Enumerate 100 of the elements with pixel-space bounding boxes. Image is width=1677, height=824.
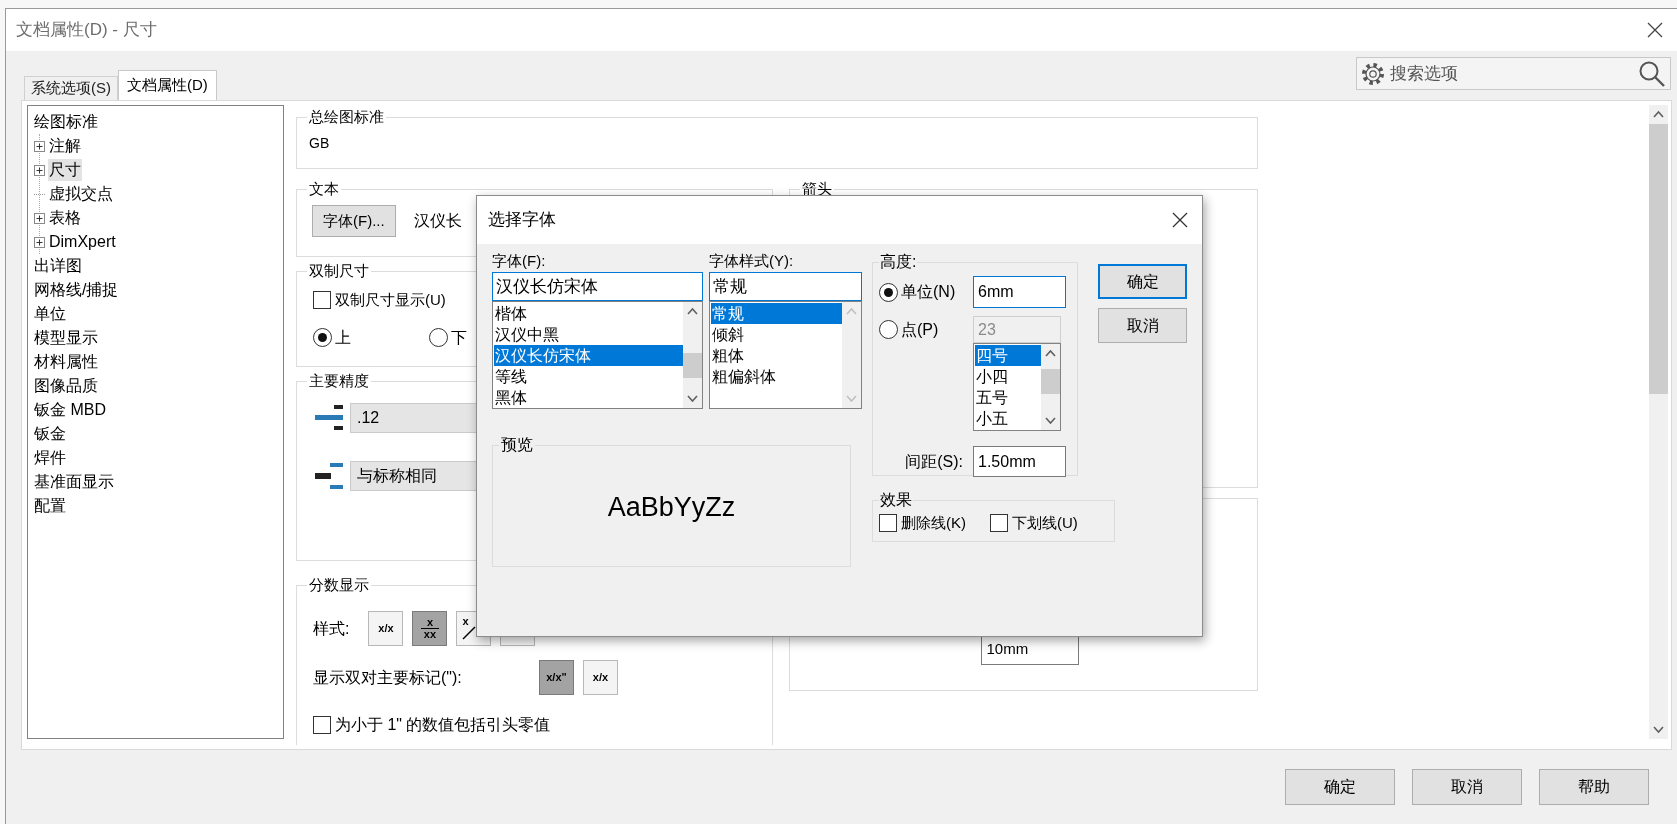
expand-icon[interactable] — [34, 236, 45, 248]
scrollbar[interactable] — [683, 302, 702, 408]
group-title: 分数显示 — [309, 576, 369, 593]
dialog-button[interactable]: 取消 — [1412, 769, 1522, 805]
search-field[interactable]: 搜索选项 — [1356, 57, 1671, 90]
list-item[interactable]: 五号 — [975, 387, 1041, 408]
list-item[interactable]: 粗偏斜体 — [711, 366, 842, 387]
caret-down-icon[interactable] — [1653, 726, 1664, 734]
field-label: 间距(S): — [904, 451, 964, 472]
checkbox[interactable] — [313, 291, 331, 310]
caret-up-icon[interactable] — [1653, 110, 1664, 118]
input-field[interactable]: 汉仪长仿宋体 — [492, 272, 703, 301]
checkbox[interactable] — [313, 716, 331, 734]
dialog-title: 选择字体 — [488, 209, 556, 232]
radio-label: 单位(N) — [901, 282, 956, 302]
list-box[interactable]: 四号 小四 五号 小五 — [973, 343, 1061, 431]
tolerance-icon — [314, 461, 344, 491]
checkbox[interactable] — [990, 514, 1008, 533]
caret-up-icon[interactable] — [1045, 349, 1056, 357]
tree-item[interactable]: 网格线/捕捉 — [33, 279, 120, 301]
list-box[interactable]: 楷体 汉仪中黑 汉仪长仿宋体 等线 黑体 — [492, 301, 703, 409]
tree-item[interactable]: 钣金 MBD — [33, 399, 107, 421]
list-item[interactable]: 小五 — [975, 408, 1041, 429]
close-icon[interactable] — [1647, 22, 1663, 38]
checkbox-label: 双制尺寸显示(U) — [335, 290, 446, 310]
standard-value: GB — [309, 134, 331, 153]
dialog-button[interactable]: 取消 — [1098, 308, 1187, 343]
caret-down-icon[interactable] — [687, 395, 698, 403]
tree-item[interactable]: 基准面显示 — [33, 471, 115, 493]
tab[interactable]: 文档属性(D) — [118, 70, 217, 100]
caret-up-icon[interactable] — [687, 307, 698, 315]
radio-button[interactable] — [879, 320, 898, 339]
input-field[interactable]: 1.50mm — [973, 446, 1066, 477]
tree-item[interactable]: 图像品质 — [33, 375, 99, 397]
dialog-button[interactable]: 确定 — [1098, 264, 1187, 299]
font-name: 汉仪长 — [413, 211, 462, 231]
expand-icon[interactable] — [34, 164, 45, 176]
input-field[interactable]: 6mm — [973, 276, 1066, 308]
list-item[interactable]: 倾斜 — [711, 324, 842, 345]
tree-item[interactable]: DimXpert — [48, 231, 117, 253]
list-item[interactable]: 四号 — [975, 345, 1041, 366]
list-item[interactable]: 楷体 — [494, 303, 683, 324]
search-icon[interactable] — [1638, 59, 1666, 88]
close-icon[interactable] — [1172, 212, 1188, 228]
list-item[interactable]: 汉仪中黑 — [494, 324, 683, 345]
list-item[interactable]: 汉仪长仿宋体 — [494, 345, 683, 366]
radio-button[interactable] — [429, 328, 448, 347]
list-item[interactable]: 粗体 — [711, 345, 842, 366]
dialog-button[interactable]: 确定 — [1285, 769, 1395, 805]
scroll-thumb[interactable] — [683, 353, 702, 378]
checkbox[interactable] — [879, 514, 897, 533]
tree-item[interactable]: 单位 — [33, 303, 67, 325]
search-input[interactable]: 搜索选项 — [1390, 60, 1634, 87]
scroll-thumb[interactable] — [1041, 369, 1060, 394]
scrollbar[interactable] — [1649, 105, 1668, 739]
expand-icon[interactable] — [34, 140, 45, 152]
tree-item[interactable]: 焊件 — [33, 447, 67, 469]
field-label: 字体样式(Y): — [709, 251, 795, 271]
expand-icon[interactable] — [34, 212, 45, 224]
group-title: 文本 — [309, 180, 339, 197]
dual-mark-button[interactable]: x/x — [583, 660, 618, 695]
tree-item[interactable]: 尺寸 — [48, 159, 82, 181]
dialog-button[interactable]: 帮助 — [1539, 769, 1649, 805]
tree-item[interactable]: 模型显示 — [33, 327, 99, 349]
checkbox-label: 删除线(K) — [901, 513, 966, 533]
radio-button[interactable] — [879, 282, 898, 302]
group-title: 总绘图标准 — [309, 108, 384, 125]
list-item[interactable]: 小四 — [975, 366, 1041, 387]
list-item[interactable]: 黑体 — [494, 387, 683, 408]
group-title: 高度: — [880, 253, 917, 270]
tree-item[interactable]: 虚拟交点 — [48, 183, 114, 205]
radio-label: 上 — [335, 327, 351, 348]
tab[interactable]: 系统选项(S) — [24, 76, 118, 100]
radio-label: 点(P) — [901, 319, 939, 340]
scrollbar[interactable] — [1041, 344, 1060, 430]
group-title: 效果 — [880, 491, 912, 508]
tree-item[interactable]: 表格 — [48, 207, 82, 229]
list-box[interactable]: 常规 倾斜 粗体 粗偏斜体 — [709, 301, 862, 409]
preview-sample: AaBbYyZz — [607, 491, 736, 524]
list-item[interactable]: 等线 — [494, 366, 683, 387]
group-title: 主要精度 — [309, 372, 369, 389]
tree-item[interactable]: 钣金 — [33, 423, 67, 445]
fraction-style-button[interactable]: x/x — [368, 611, 404, 646]
field-label: 样式: — [313, 618, 350, 639]
tree-item[interactable]: 绘图标准 — [33, 111, 99, 133]
field-label: 显示双对主要标记("): — [313, 667, 463, 688]
group-title: 预览 — [501, 436, 533, 453]
tree-item[interactable]: 出详图 — [33, 255, 83, 277]
scroll-thumb[interactable] — [1649, 124, 1668, 394]
dual-mark-button[interactable]: x/x" — [539, 660, 574, 695]
radio-button[interactable] — [313, 328, 332, 347]
caret-down-icon[interactable] — [1045, 417, 1056, 425]
fraction-style-button[interactable]: x xx — [412, 611, 448, 646]
font-button[interactable]: 字体(F)... — [312, 205, 396, 237]
tree-item[interactable]: 注解 — [48, 135, 82, 157]
radio-label: 下 — [451, 327, 467, 348]
tree-item[interactable]: 配置 — [33, 495, 67, 517]
tree-item[interactable]: 材料属性 — [33, 351, 99, 373]
list-item[interactable]: 常规 — [711, 303, 842, 324]
input-field[interactable]: 常规 — [709, 272, 862, 301]
